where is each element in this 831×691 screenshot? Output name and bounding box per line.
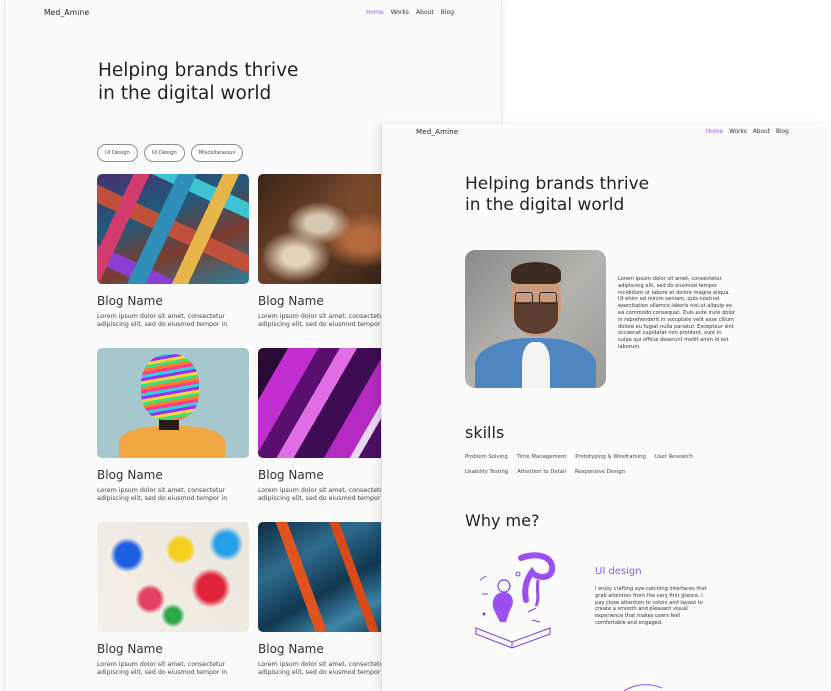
portrait-body-shape <box>119 426 225 458</box>
why-me-heading: Why me? <box>465 511 540 530</box>
blog-card-title[interactable]: Blog Name <box>97 468 249 482</box>
blog-card-excerpt: Lorem ipsum dolor sit amet, consectetur … <box>97 313 228 328</box>
hero-title-line-1: Helping brands thrive <box>98 60 299 81</box>
nav-about-link[interactable]: About <box>753 129 770 135</box>
filter-chip-miscellaneous[interactable]: Miscellaneous <box>190 144 244 162</box>
skill-item: Responsive Design <box>574 469 625 475</box>
blog-card[interactable]: Blog Name Lorem ipsum dolor sit amet, co… <box>97 348 249 503</box>
painted-head-shape <box>141 354 199 420</box>
blog-card-image[interactable] <box>97 174 249 284</box>
skill-item: User Research <box>654 454 693 460</box>
blog-card-title[interactable]: Blog Name <box>97 642 249 656</box>
nav-home-link[interactable]: Home <box>366 9 384 16</box>
category-filters: UI Design UI Design Miscellaneous <box>97 144 244 162</box>
skills-heading: skills <box>465 423 505 442</box>
blog-card[interactable]: Blog Name Lorem ipsum dolor sit amet, co… <box>97 522 249 677</box>
blog-card-image[interactable] <box>97 522 249 632</box>
nav-blog-link[interactable]: Blog <box>441 9 454 16</box>
about-page-screen: Med_Amine Home Works About Blog Helping … <box>381 124 831 691</box>
nav-about-link[interactable]: About <box>416 9 434 16</box>
skill-item: Time Management <box>516 454 567 460</box>
skill-item: Problem Solving <box>465 454 508 460</box>
nav-works-link[interactable]: Works <box>391 9 409 16</box>
nav-home-link[interactable]: Home <box>706 129 723 135</box>
hero-title-line-2: in the digital world <box>465 195 625 215</box>
about-paragraph: Lorem ipsum dolor sit amet, consectetur … <box>618 276 735 350</box>
filter-chip-ui-design[interactable]: UI Design <box>97 144 138 162</box>
top-nav: Med_Amine Home Works About Blog <box>382 124 831 150</box>
blog-card-title[interactable]: Blog Name <box>97 294 249 308</box>
ui-design-description: I enjoy crafting eye-catching interfaces… <box>595 586 707 626</box>
profile-photo <box>465 250 606 388</box>
skill-item: Prototyping & Wireframing <box>575 454 646 460</box>
nav-works-link[interactable]: Works <box>729 129 747 135</box>
nav-menu: Home Works About Blog <box>366 9 454 16</box>
blog-card[interactable]: Blog Name Lorem ipsum dolor sit amet, co… <box>97 174 249 329</box>
hair-shape <box>511 262 561 284</box>
ui-design-heading: UI design <box>595 566 642 577</box>
decorative-curve <box>623 684 663 691</box>
tshirt-shape <box>522 342 550 388</box>
filter-chip-ui-design-2[interactable]: UI Design <box>143 144 185 162</box>
site-logo[interactable]: Med_Amine <box>416 128 458 136</box>
skill-item: Attention to Detail <box>517 469 566 475</box>
mockup-canvas: Med_Amine Home Works About Blog Helping … <box>0 0 831 691</box>
nav-menu: Home Works About Blog <box>706 129 789 135</box>
hero-title: Helping brands thrive in the digital wor… <box>98 59 358 105</box>
top-nav: Med_Amine Home Works About Blog <box>5 0 501 26</box>
skills-list: Problem Solving Time Management Prototyp… <box>465 454 725 475</box>
site-logo[interactable]: Med_Amine <box>44 8 89 17</box>
hero-title: Helping brands thrive in the digital wor… <box>465 174 705 216</box>
nav-blog-link[interactable]: Blog <box>776 129 789 135</box>
beard-shape <box>514 302 558 334</box>
hero-title-line-2: in the digital world <box>98 83 272 104</box>
glasses-shape <box>515 292 557 304</box>
blog-card-excerpt: Lorem ipsum dolor sit amet, consectetur … <box>97 487 228 502</box>
ui-design-illustration <box>475 552 556 649</box>
blog-card-excerpt: Lorem ipsum dolor sit amet, consectetur … <box>97 661 228 676</box>
hero-title-line-1: Helping brands thrive <box>465 174 650 194</box>
skill-item: Usability Testing <box>465 469 509 475</box>
blog-card-image[interactable] <box>97 348 249 458</box>
